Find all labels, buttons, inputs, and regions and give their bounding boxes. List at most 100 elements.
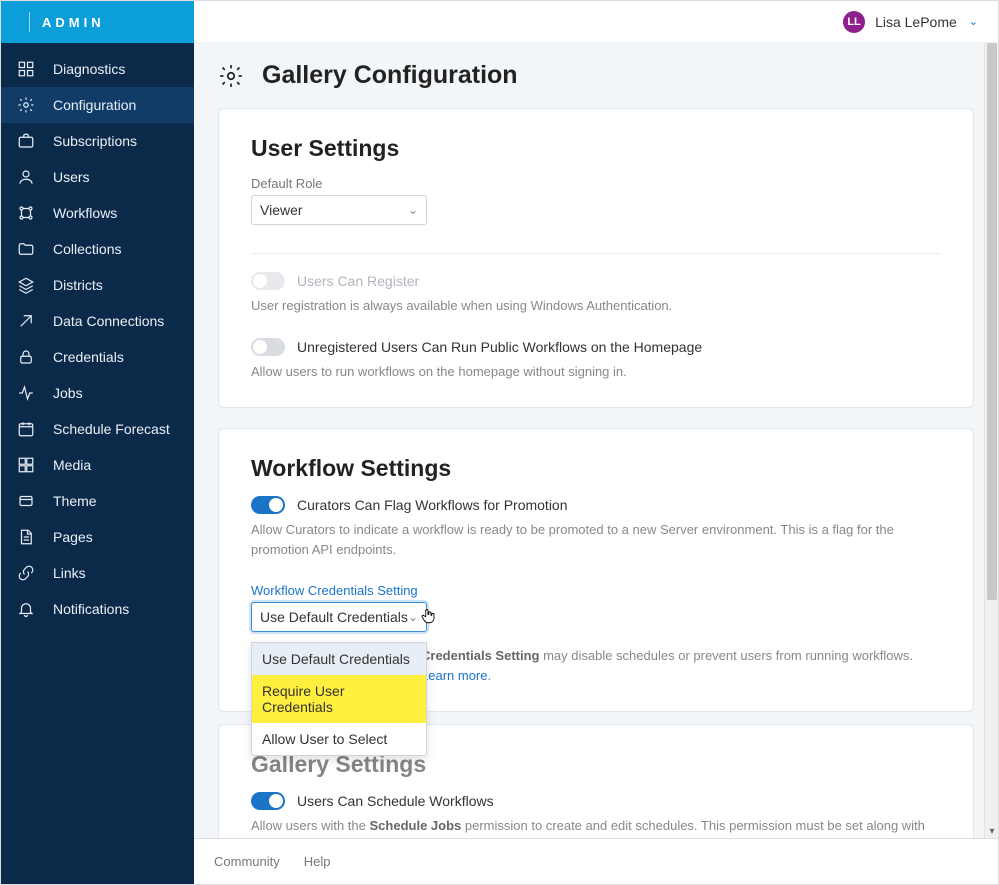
users-can-register-toggle — [251, 272, 285, 290]
dropdown-option-default[interactable]: Use Default Credentials — [252, 643, 426, 675]
users-can-register-label: Users Can Register — [297, 273, 419, 289]
layers-icon — [17, 276, 35, 294]
avatar[interactable]: LL — [843, 11, 865, 33]
footer: Community Help — [194, 838, 998, 884]
schedule-workflows-label: Users Can Schedule Workflows — [297, 793, 494, 809]
nav-label: Notifications — [53, 601, 129, 617]
sidebar-item-districts[interactable]: Districts — [1, 267, 194, 303]
credentials-setting-value: Use Default Credentials — [260, 609, 408, 625]
default-role-value: Viewer — [260, 202, 303, 218]
main: LL Lisa LePome ⌄ Gallery Configuration U… — [194, 1, 998, 884]
brand-bar: ADMIN — [1, 1, 194, 43]
users-can-register-help: User registration is always available wh… — [251, 296, 941, 316]
calendar-icon — [17, 420, 35, 438]
sidebar-item-credentials[interactable]: Credentials — [1, 339, 194, 375]
nav: Diagnostics Configuration Subscriptions … — [1, 43, 194, 627]
credentials-setting-label: Workflow Credentials Setting — [251, 583, 941, 598]
nav-label: Credentials — [53, 349, 124, 365]
default-role-select[interactable]: Viewer ⌄ — [251, 195, 427, 225]
file-icon — [17, 528, 35, 546]
sidebar-item-diagnostics[interactable]: Diagnostics — [1, 51, 194, 87]
brand-divider — [29, 12, 30, 32]
nav-label: Districts — [53, 277, 103, 293]
user-name[interactable]: Lisa LePome — [875, 14, 957, 30]
page-title: Gallery Configuration — [262, 61, 518, 90]
footer-help-link[interactable]: Help — [304, 854, 331, 869]
user-icon — [17, 168, 35, 186]
activity-icon — [17, 384, 35, 402]
sidebar-item-theme[interactable]: Theme — [1, 483, 194, 519]
dashboard-icon — [17, 60, 35, 78]
unregistered-run-help: Allow users to run workflows on the home… — [251, 362, 941, 382]
nav-label: Pages — [53, 529, 93, 545]
curators-flag-toggle[interactable] — [251, 496, 285, 514]
nav-label: Data Connections — [53, 313, 164, 329]
sidebar-item-subscriptions[interactable]: Subscriptions — [1, 123, 194, 159]
gear-icon — [17, 96, 35, 114]
sidebar-item-notifications[interactable]: Notifications — [1, 591, 194, 627]
folder-icon — [17, 240, 35, 258]
cred-help-bold: Credentials Setting — [421, 648, 539, 663]
curators-flag-help: Allow Curators to indicate a workflow is… — [251, 520, 941, 559]
learn-more-link[interactable]: Learn more — [421, 668, 487, 683]
divider — [251, 253, 941, 254]
nav-label: Media — [53, 457, 91, 473]
nav-label: Users — [53, 169, 90, 185]
sidebar-item-jobs[interactable]: Jobs — [1, 375, 194, 411]
schedule-workflows-toggle[interactable] — [251, 792, 285, 810]
sidebar-item-configuration[interactable]: Configuration — [1, 87, 194, 123]
sidebar-item-media[interactable]: Media — [1, 447, 194, 483]
nav-label: Collections — [53, 241, 121, 257]
scroll-down-icon[interactable]: ▾ — [985, 824, 999, 838]
workflow-icon — [17, 204, 35, 222]
topbar: LL Lisa LePome ⌄ — [194, 1, 998, 43]
workflow-settings-panel: Workflow Settings Curators Can Flag Work… — [218, 428, 974, 712]
page-header: Gallery Configuration — [218, 61, 974, 90]
sidebar-item-users[interactable]: Users — [1, 159, 194, 195]
curators-flag-label: Curators Can Flag Workflows for Promotio… — [297, 497, 568, 513]
nav-label: Diagnostics — [53, 61, 125, 77]
unregistered-run-toggle[interactable] — [251, 338, 285, 356]
unregistered-run-label: Unregistered Users Can Run Public Workfl… — [297, 339, 702, 355]
nav-label: Schedule Forecast — [53, 421, 170, 437]
sidebar-item-workflows[interactable]: Workflows — [1, 195, 194, 231]
grid-icon — [17, 456, 35, 474]
chevron-down-icon: ⌄ — [408, 610, 418, 624]
briefcase-icon — [17, 132, 35, 150]
content-area: Gallery Configuration User Settings Defa… — [194, 43, 998, 838]
nav-label: Jobs — [53, 385, 83, 401]
cred-help-rest: may disable schedules or prevent users f… — [539, 648, 913, 663]
chevron-down-icon: ⌄ — [408, 203, 418, 217]
theme-icon — [17, 492, 35, 510]
footer-community-link[interactable]: Community — [214, 854, 280, 869]
sidebar-item-pages[interactable]: Pages — [1, 519, 194, 555]
gear-icon — [218, 63, 244, 89]
default-role-label: Default Role — [251, 176, 941, 191]
nav-label: Subscriptions — [53, 133, 137, 149]
scrollbar[interactable]: ▾ — [984, 43, 998, 838]
workflow-settings-heading: Workflow Settings — [251, 455, 941, 482]
sidebar-item-links[interactable]: Links — [1, 555, 194, 591]
lock-icon — [17, 348, 35, 366]
sidebar-item-data-connections[interactable]: Data Connections — [1, 303, 194, 339]
user-settings-heading: User Settings — [251, 135, 941, 162]
bell-icon — [17, 600, 35, 618]
nav-label: Links — [53, 565, 86, 581]
sidebar-item-schedule-forecast[interactable]: Schedule Forecast — [1, 411, 194, 447]
credentials-setting-select[interactable]: Use Default Credentials ⌄ — [251, 602, 427, 632]
scrollbar-thumb[interactable] — [987, 43, 997, 600]
brand-label: ADMIN — [42, 15, 105, 30]
sidebar-item-collections[interactable]: Collections — [1, 231, 194, 267]
cred-help-dot: . — [487, 668, 491, 683]
sidebar: ADMIN Diagnostics Configuration Subscrip… — [1, 1, 194, 884]
chevron-down-icon[interactable]: ⌄ — [969, 15, 978, 28]
arrow-up-right-icon — [17, 312, 35, 330]
nav-label: Theme — [53, 493, 97, 509]
schedule-workflows-help: Allow users with the Schedule Jobs permi… — [251, 816, 941, 838]
link-icon — [17, 564, 35, 582]
dropdown-option-allow-select[interactable]: Allow User to Select — [252, 723, 426, 755]
credentials-setting-dropdown[interactable]: Use Default Credentials Require User Cre… — [251, 642, 427, 756]
user-settings-panel: User Settings Default Role Viewer ⌄ User… — [218, 108, 974, 408]
dropdown-option-require-user[interactable]: Require User Credentials — [252, 675, 426, 723]
nav-label: Configuration — [53, 97, 136, 113]
